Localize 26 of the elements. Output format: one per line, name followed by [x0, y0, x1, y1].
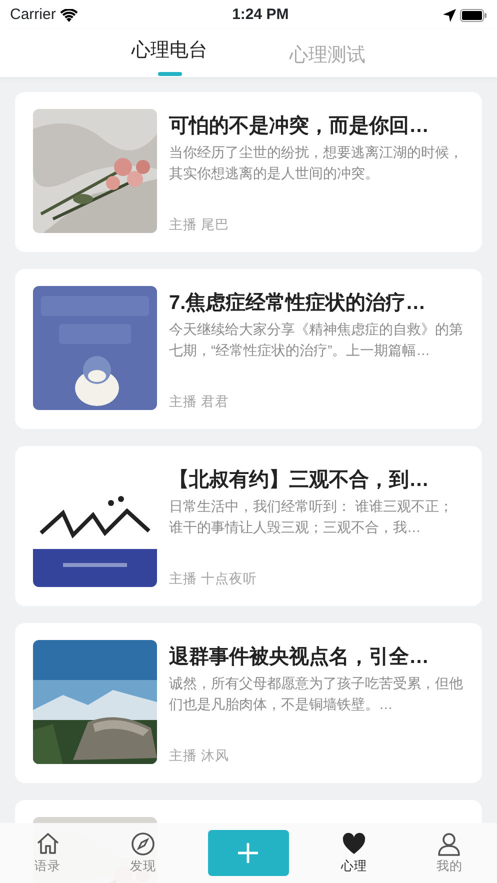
article-title[interactable]: 可怕的不是冲突，而是你回… — [169, 113, 466, 139]
status-time: 1:24 PM — [232, 4, 289, 25]
location-icon — [442, 8, 456, 22]
article-summary: 今天继续给大家分享《精神焦虑症的自救》的第七期，“经常性症状的治疗”。上一期篇幅… — [169, 321, 464, 360]
wifi-icon — [60, 8, 78, 22]
plus-icon — [237, 842, 260, 864]
tab[interactable]: 心理电台 — [114, 30, 224, 77]
host-label: 主播 沐风 — [169, 746, 230, 765]
article-title[interactable]: 【北叔有约】三观不合，到… — [169, 467, 466, 493]
article-summary: 诚然，所有父母都愿意为了孩子吃苦受累，但他们也是凡胎肉体，不是铜墙铁壁。… — [169, 675, 464, 714]
home-icon — [34, 830, 61, 857]
article-title[interactable]: 7.焦虑症经常性症状的治疗… — [169, 290, 466, 316]
compass-icon — [130, 830, 156, 857]
person-icon — [436, 830, 462, 857]
carrier-name: Carrier — [10, 4, 56, 25]
host-label: 主播 君君 — [169, 392, 230, 411]
article-summary: 当你经历了尘世的纷扰，想要逃离江湖的时候，其实你想逃离的是人世间的冲突。 — [169, 144, 464, 183]
add-button[interactable] — [208, 830, 289, 876]
host-label: 主播 十点夜听 — [169, 570, 258, 588]
article-summary: 日常生活中，我们经常听到： 谁谁三观不正；谁干的事情让人毁三观；三观不合，我… — [169, 498, 454, 537]
tab-indicator — [158, 72, 182, 76]
tab-bar-item[interactable]: 心理 — [324, 830, 384, 876]
host-label: 主播 尾巴 — [169, 216, 230, 234]
battery-icon — [460, 8, 487, 22]
article-title[interactable]: 退群事件被央视点名，引全… — [169, 644, 466, 670]
heart-icon — [341, 830, 368, 857]
